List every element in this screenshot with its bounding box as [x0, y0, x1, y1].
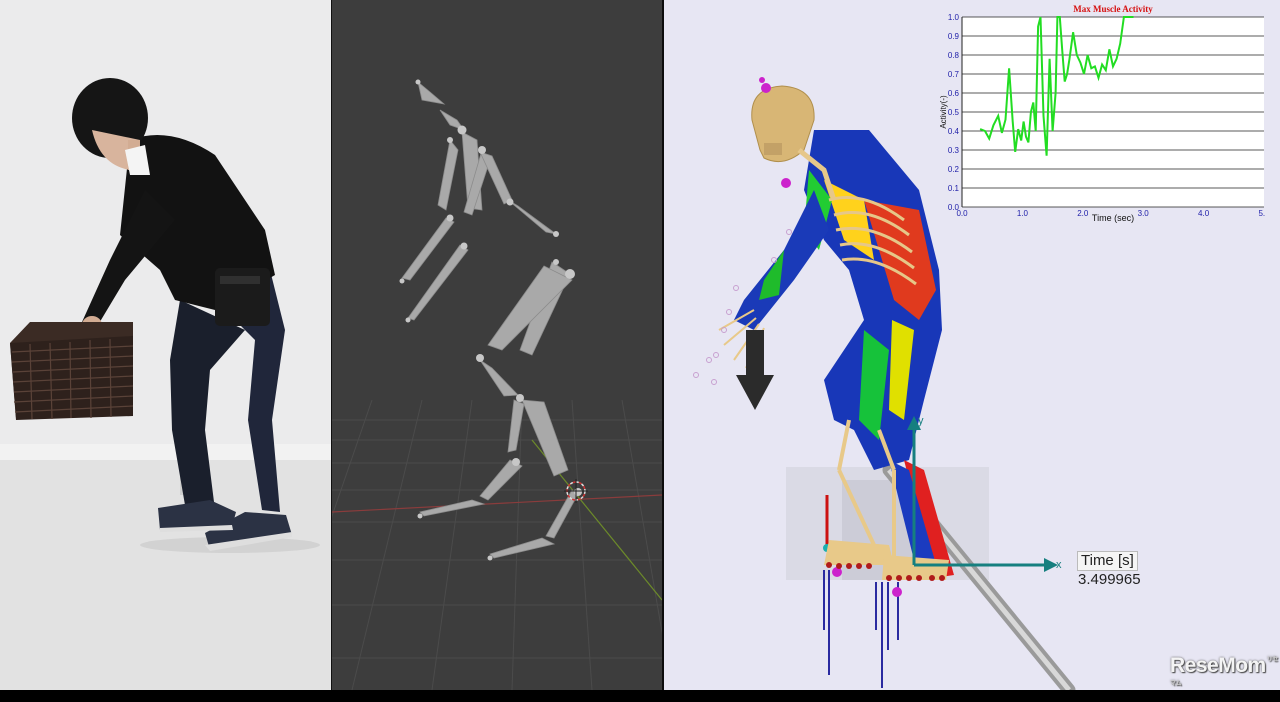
grf-vectors [823, 570, 899, 688]
time-readout: Time [s] 3.499965 [1077, 551, 1141, 589]
max-muscle-activity-chart: 0.00.10.20.30.40.50.60.70.80.91.0 0.0 1.0… [939, 4, 1265, 223]
chart-y-tick-label: 0.8 [948, 51, 960, 60]
chart-x-tick-label: 5.0 [1258, 209, 1265, 218]
floor-grid [332, 399, 662, 690]
chart-y-axis-title: Activity(-) [939, 95, 948, 129]
chart-y-tick-label: 0.7 [948, 70, 960, 79]
armature-bones [401, 80, 579, 559]
chart-y-tick-label: 0.5 [948, 108, 960, 117]
chart-x-tick-label: 1.0 [1017, 209, 1029, 218]
photo-panel [0, 0, 331, 690]
load-arrow-icon [736, 330, 774, 410]
chart-y-tick-label: 0.3 [948, 146, 960, 155]
chart-x-tick-label: 0.0 [956, 209, 968, 218]
watermark-logo: ReseMomリセマム [1170, 654, 1278, 687]
x-axis-label: x [1056, 559, 1062, 571]
basket [10, 322, 134, 420]
chart-y-tick-label: 0.9 [948, 32, 960, 41]
mocap-panel [332, 0, 662, 690]
chart-x-tick-label: 2.0 [1077, 209, 1089, 218]
time-readout-label: Time [s] [1077, 551, 1138, 571]
chart-x-tick-label: 3.0 [1138, 209, 1150, 218]
chart-y-tick-labels: 0.00.10.20.30.40.50.60.70.80.91.0 [948, 13, 960, 212]
chart-y-tick-label: 0.2 [948, 165, 960, 174]
x-axis-line [332, 494, 662, 513]
chart-y-tick-label: 0.1 [948, 184, 960, 193]
chart-x-axis-title: Time (sec) [1092, 213, 1134, 223]
photo-illustration [0, 0, 331, 690]
time-readout-value: 3.499965 [1078, 571, 1141, 588]
chart-y-tick-label: 0.4 [948, 127, 960, 136]
chart-y-tick-label: 0.6 [948, 89, 960, 98]
armature-viewport [332, 79, 662, 690]
chart-x-tick-label: 4.0 [1198, 209, 1210, 218]
chart-y-tick-label: 1.0 [948, 13, 960, 22]
chart-title: Max Muscle Activity [1073, 4, 1153, 14]
y-axis-label: y [918, 415, 924, 427]
